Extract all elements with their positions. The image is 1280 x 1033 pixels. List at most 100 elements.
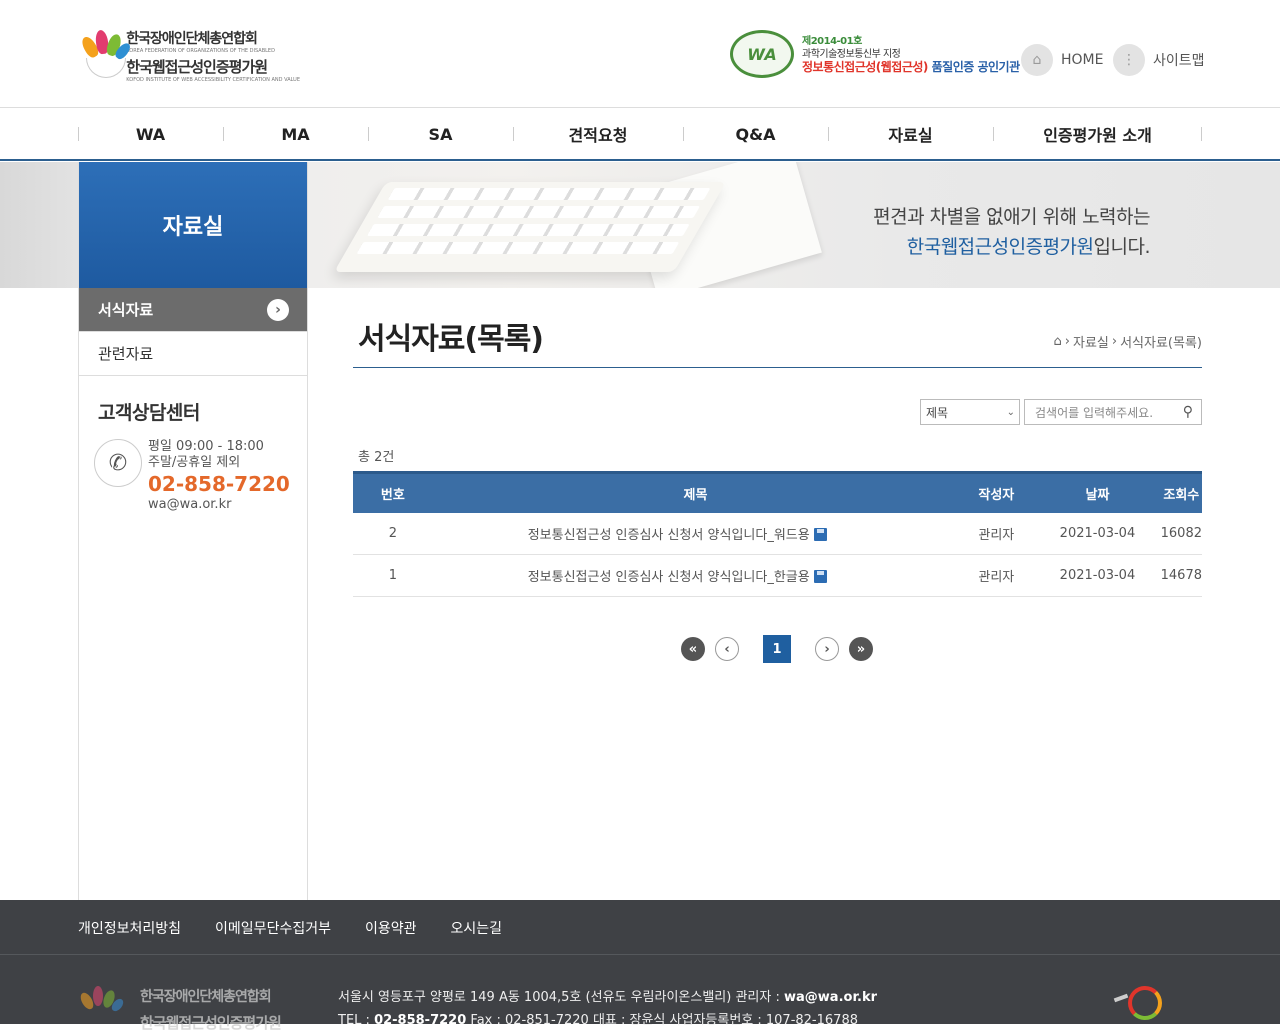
banner-slogan-highlight: 한국웹접근성인증평가원 — [906, 236, 1094, 258]
banner-slogan-line1: 편견과 차별을 없애기 위해 노력하는 — [873, 206, 1150, 228]
col-header-no: 번호 — [380, 487, 405, 503]
cs-title: 고객상담센터 — [98, 402, 200, 424]
home-link[interactable]: ⌂ HOME — [1021, 44, 1103, 76]
cert-desc-b: (웹접근성) — [875, 59, 929, 74]
search-field-select[interactable]: 제목 ⌄ — [920, 399, 1020, 425]
cert-description: 정보통신접근성(웹접근성) 품질인증 공인기관 — [802, 59, 1021, 74]
footer-address-line: 서울시 영등포구 양평로 149 A동 1004,5호 (선유도 우림라이온스밸… — [338, 990, 780, 1005]
logo-subtitle-federation: KOREA FEDERATION OF ORGANIZATIONS OF THE… — [126, 47, 275, 54]
footer-partner-logo-icon — [1108, 986, 1168, 1024]
col-header-views: 조회수 — [1163, 487, 1200, 503]
logo-title-institute: 한국웹접근성인증평가원 — [126, 57, 268, 76]
search-icon[interactable]: ⚲ — [1183, 404, 1193, 420]
row-views: 16082 — [1160, 525, 1202, 541]
lnb-title: 자료실 — [79, 162, 307, 288]
row-no: 2 — [388, 525, 397, 541]
logo-title-federation: 한국장애인단체총연합회 — [126, 30, 258, 47]
gnb-item-qna[interactable]: Q&A — [683, 109, 828, 159]
row-title-link[interactable]: 정보통신접근성 인증심사 신청서 양식입니다_한글용 — [528, 570, 810, 585]
footer-link-privacy[interactable]: 개인정보처리방침 — [78, 918, 181, 938]
search-input[interactable]: 검색어를 입력해주세요. ⚲ — [1024, 399, 1202, 425]
gnb-item-ma[interactable]: MA — [223, 109, 368, 159]
last-page-icon[interactable]: » — [849, 637, 873, 661]
breadcrumb-item[interactable]: 자료실 — [1073, 332, 1109, 351]
file-attachment-icon[interactable] — [813, 527, 827, 541]
footer-logo-line2: 한국웹접근성인증평가원 — [140, 1014, 282, 1032]
site-header: 한국장애인단체총연합회 KOREA FEDERATION OF ORGANIZA… — [0, 0, 1280, 108]
cs-email[interactable]: wa@wa.or.kr — [148, 497, 290, 513]
home-label: HOME — [1061, 52, 1104, 68]
footer-links: 개인정보처리방침 이메일무단수집거부 이용약관 오시는길 — [78, 918, 536, 938]
sitemap-label: 사이트맵 — [1153, 53, 1205, 69]
cs-off-days: 주말/공휴일 제외 — [148, 455, 241, 470]
next-page-icon[interactable]: › — [815, 637, 839, 661]
table-row: 2 정보통신접근성 인증심사 신청서 양식입니다_워드용 관리자 2021-03… — [353, 513, 1202, 555]
footer-logo-line1: 한국장애인단체총연합회 — [140, 989, 272, 1005]
gnb-item-about[interactable]: 인증평가원 소개 — [993, 109, 1202, 159]
lnb-item-related[interactable]: 관련자료 — [79, 332, 307, 376]
cert-desc-a: 정보통신접근성 — [802, 59, 876, 74]
row-title-link[interactable]: 정보통신접근성 인증심사 신청서 양식입니다_워드용 — [528, 528, 810, 543]
file-attachment-icon[interactable] — [813, 570, 827, 583]
search-field-value: 제목 — [926, 405, 949, 420]
logo-emblem-icon — [79, 28, 133, 82]
customer-center: 고객상담센터 ✆ 평일 09:00 - 18:00 주말/공휴일 제외 02-8… — [79, 376, 307, 513]
row-views: 14678 — [1160, 568, 1202, 583]
footer-link-terms[interactable]: 이용약관 — [365, 918, 417, 938]
board-table: 번호 제목 작성자 날짜 조회수 2 정보통신접근성 인증심사 신청서 양식입니… — [353, 471, 1202, 597]
breadcrumb: ⌂ › 자료실 › 서식자료(목록) — [1051, 332, 1202, 351]
footer-tel: 02-858-7220 — [374, 1013, 467, 1028]
chevron-right-icon: › — [1111, 334, 1118, 349]
row-title-cell: 정보통신접근성 인증심사 신청서 양식입니다_워드용 — [433, 513, 959, 555]
row-date: 2021-03-04 — [1059, 525, 1136, 541]
phone-icon: ✆ — [94, 439, 142, 487]
footer-tel-label: TEL : — [338, 1013, 370, 1028]
banner-slogan-rest: 입니다. — [1093, 236, 1151, 258]
gnb-item-wa[interactable]: WA — [78, 109, 223, 159]
gnb-item-library[interactable]: 자료실 — [828, 109, 993, 159]
footer-admin-email[interactable]: wa@wa.or.kr — [784, 990, 877, 1005]
row-date: 2021-03-04 — [1059, 568, 1136, 583]
gnb-item-sa[interactable]: SA — [368, 109, 513, 159]
home-icon[interactable]: ⌂ — [1054, 334, 1062, 349]
table-row: 1 정보통신접근성 인증심사 신청서 양식입니다_한글용 관리자 2021-03… — [353, 555, 1202, 597]
page-header: 서식자료(목록) ⌂ › 자료실 › 서식자료(목록) — [353, 288, 1202, 368]
left-navigation: 자료실 서식자료 › 관련자료 고객상담센터 ✆ 평일 09:00 - 18:0… — [78, 162, 308, 900]
lnb-item-label: 서식자료 — [98, 301, 154, 319]
gnb-item-quote[interactable]: 견적요청 — [513, 109, 683, 159]
row-no: 1 — [388, 568, 397, 583]
footer-emblem-icon — [78, 986, 126, 1026]
col-header-title: 제목 — [683, 487, 708, 503]
home-icon: ⌂ — [1021, 44, 1053, 76]
footer-logo: 한국장애인단체총연합회 한국웹접근성인증평가원 — [78, 986, 282, 1033]
prev-page-icon[interactable]: ‹ — [715, 637, 739, 661]
site-logo[interactable]: 한국장애인단체총연합회 KOREA FEDERATION OF ORGANIZA… — [79, 28, 300, 83]
chevron-right-icon: › — [1064, 334, 1070, 349]
table-header-row: 번호 제목 작성자 날짜 조회수 — [353, 472, 1202, 513]
cs-hours: 평일 09:00 - 18:00 — [148, 439, 264, 454]
total-count: 총 2건 — [358, 450, 395, 465]
chevron-down-icon: ⌄ — [1006, 406, 1015, 418]
page-number-current[interactable]: 1 — [763, 635, 791, 663]
breadcrumb-current[interactable]: 서식자료(목록) — [1120, 332, 1202, 351]
first-page-icon[interactable]: « — [681, 637, 705, 661]
certification-mark: WA 제2014-01호 과학기술정보통신부 지정 정보통신접근성(웹접근성) … — [730, 30, 1020, 78]
lnb-item-forms[interactable]: 서식자료 › — [79, 288, 307, 332]
footer-address: 서울시 영등포구 양평로 149 A동 1004,5호 (선유도 우림라이온스밸… — [338, 986, 877, 1032]
site-footer: 개인정보처리방침 이메일무단수집거부 이용약관 오시는길 한국장애인단체총연합회… — [0, 900, 1280, 1032]
row-author: 관리자 — [978, 570, 1015, 585]
footer-fax-etc: Fax : 02-851-7220 대표 : 장윤식 사업자등록번호 : 107… — [470, 1013, 858, 1028]
main-content: 서식자료(목록) ⌂ › 자료실 › 서식자료(목록) 제목 ⌄ 검색어를 입력… — [353, 288, 1202, 663]
footer-link-location[interactable]: 오시는길 — [451, 918, 503, 938]
search-placeholder: 검색어를 입력해주세요. — [1035, 405, 1154, 420]
row-author: 관리자 — [978, 527, 1015, 543]
page-title: 서식자료(목록) — [358, 322, 544, 357]
footer-link-email-refusal[interactable]: 이메일무단수집거부 — [215, 918, 331, 938]
sitemap-link[interactable]: ⋮ 사이트맵 — [1113, 44, 1205, 76]
cert-desc-c: 품질인증 공인기관 — [931, 59, 1021, 74]
col-header-author: 작성자 — [978, 487, 1015, 503]
chevron-right-icon: › — [267, 299, 289, 321]
main-navigation: WA MA SA 견적요청 Q&A 자료실 인증평가원 소개 — [0, 109, 1280, 161]
wa-cert-badge-icon: WA — [730, 30, 794, 78]
cs-phone[interactable]: 02-858-7220 — [148, 471, 290, 497]
